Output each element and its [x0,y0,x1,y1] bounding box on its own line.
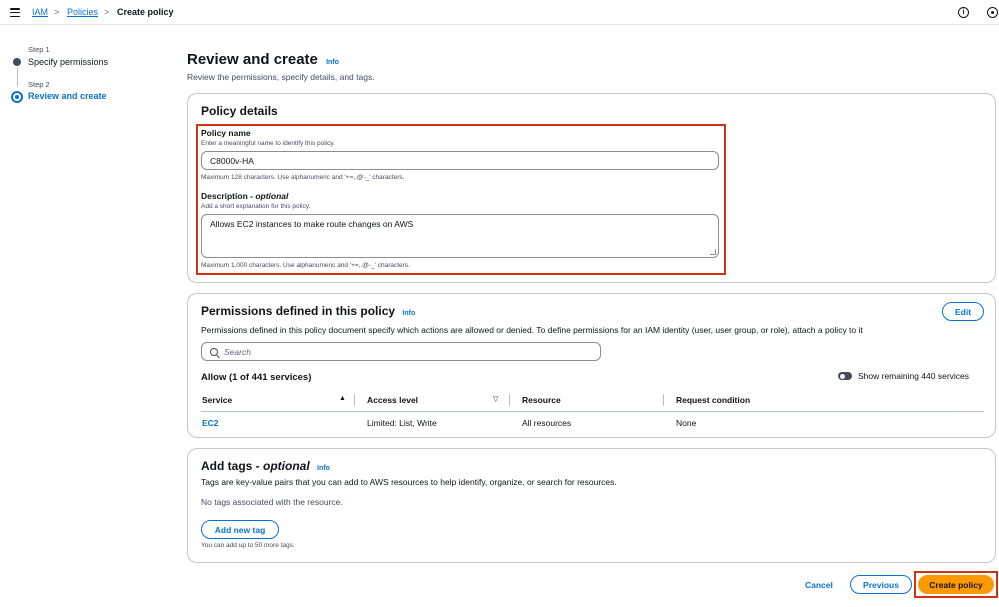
step-2-title: Review and create [28,91,107,101]
tags-title: Add tags - optional Info [201,459,330,473]
breadcrumb-separator: > [104,7,110,17]
table-divider [201,411,984,412]
page-description: Review the permissions, specify details,… [187,72,375,82]
condition-cell: None [676,418,697,428]
step-2-label: Step 2 [28,80,50,89]
column-header-request-condition[interactable]: Request condition [676,395,750,405]
settings-icon[interactable] [987,7,998,18]
description-constraint: Maximum 1,000 characters. Use alphanumer… [201,262,410,269]
description-label-text: Description - [201,191,256,201]
search-icon [210,347,218,356]
description-help: Add a short explanation for this policy. [201,203,311,210]
resize-handle[interactable] [710,249,716,255]
page-title-text: Review and create [187,51,318,68]
edit-button[interactable]: Edit [942,302,984,321]
description-label: Description - optional [201,191,288,201]
show-remaining-toggle[interactable] [838,372,852,380]
step-1-indicator [13,58,21,66]
column-header-service[interactable]: Service [202,395,232,405]
resource-cell: All resources [522,418,572,428]
tags-panel: Add tags - optional Info Tags are key-va… [187,448,996,563]
sort-ascending-icon[interactable]: ▲ [339,395,346,402]
column-separator [509,394,510,406]
column-separator [663,394,664,406]
page-info-link[interactable]: Info [326,59,339,66]
step-1-title[interactable]: Specify permissions [28,57,108,67]
create-policy-button[interactable]: Create policy [918,575,994,594]
breadcrumb-create-policy: Create policy [117,7,174,17]
permissions-panel: Permissions defined in this policy Info … [187,293,996,438]
policy-name-input[interactable]: C8000v-HA [201,151,719,170]
menu-icon[interactable] [10,8,20,17]
tags-description: Tags are key-value pairs that you can ad… [201,477,617,487]
column-header-access-level[interactable]: Access level [367,395,418,405]
policy-name-description: Enter a meaningful name to identify this… [201,140,335,147]
page-title: Review and create Info [187,51,339,68]
tags-title-text: Add tags - [201,459,263,473]
info-icon[interactable]: i [958,7,969,18]
sort-icon[interactable]: ▽ [493,395,498,403]
step-2-indicator [11,91,23,103]
policy-details-panel: Policy details Policy name Enter a meani… [187,93,996,283]
description-label-optional: optional [255,191,289,201]
policy-name-label: Policy name [201,128,251,138]
tags-empty-message: No tags associated with the resource. [201,497,343,507]
step-connector [16,68,18,86]
permissions-info-link[interactable]: Info [402,310,415,317]
add-new-tag-button[interactable]: Add new tag [201,520,279,539]
description-value: Allows EC2 instances to make route chang… [210,219,414,229]
column-separator [354,394,355,406]
breadcrumb-separator: > [54,7,60,17]
step-1-label: Step 1 [28,45,50,54]
policy-name-value: C8000v-HA [210,155,254,166]
breadcrumb-iam[interactable]: IAM [32,7,48,17]
service-link-ec2[interactable]: EC2 [202,418,219,428]
tags-limit: You can add up to 50 more tags. [201,542,295,549]
search-input[interactable]: Search [201,342,601,361]
top-bar: IAM > Policies > Create policy i [0,0,999,25]
policy-name-constraint: Maximum 128 characters. Use alphanumeric… [201,174,405,181]
policy-details-title: Policy details [201,104,278,118]
column-header-resource[interactable]: Resource [522,395,561,405]
breadcrumb-policies[interactable]: Policies [67,7,98,17]
allow-summary: Allow (1 of 441 services) [201,372,312,383]
tags-info-link[interactable]: Info [317,465,330,472]
description-textarea[interactable]: Allows EC2 instances to make route chang… [201,214,719,258]
search-placeholder: Search [224,346,251,357]
cancel-button[interactable]: Cancel [805,580,833,590]
show-remaining-label: Show remaining 440 services [858,371,970,381]
permissions-title-text: Permissions defined in this policy [201,304,396,318]
previous-button[interactable]: Previous [850,575,912,594]
tags-title-optional: optional [263,459,310,473]
access-level-cell: Limited: List, Write [367,418,437,428]
permissions-description: Permissions defined in this policy docum… [201,325,863,335]
permissions-title: Permissions defined in this policy Info [201,304,415,318]
